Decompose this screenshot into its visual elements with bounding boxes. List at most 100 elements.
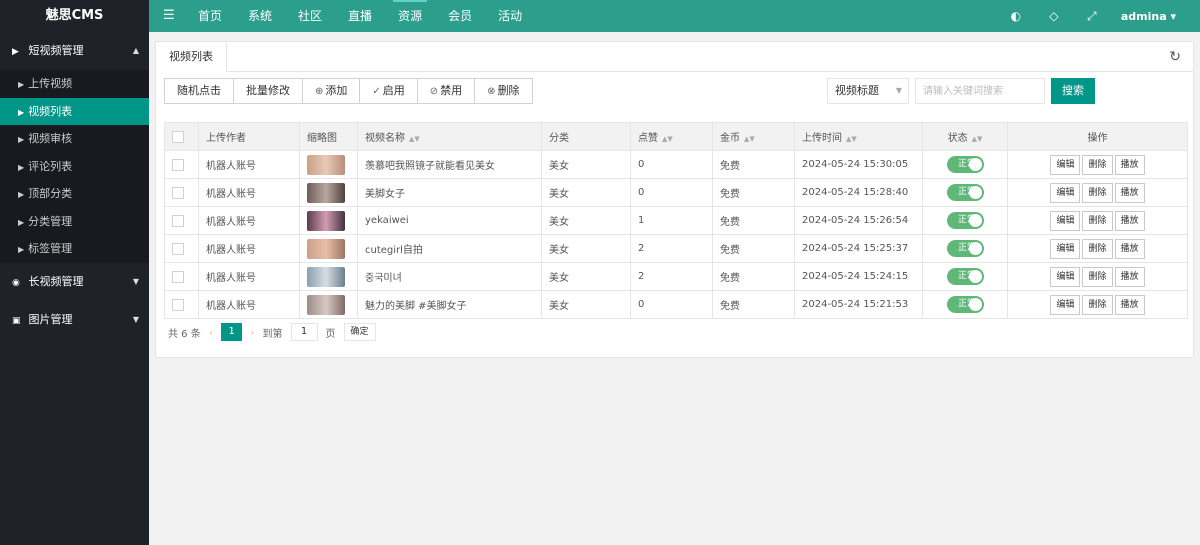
- row-checkbox[interactable]: [172, 270, 184, 283]
- play-button[interactable]: 播放: [1114, 154, 1145, 175]
- sidebar-item-upload-video[interactable]: ▶ 上传视频: [0, 70, 149, 98]
- topnav-item-activity[interactable]: 活动: [485, 0, 535, 32]
- row-delete-button[interactable]: 删除: [1082, 294, 1113, 315]
- sort-icon[interactable]: ▲▼: [744, 135, 755, 143]
- user-menu[interactable]: admina ▾: [1111, 10, 1200, 23]
- topnav-item-members[interactable]: 会员: [435, 0, 485, 32]
- theme-palette-icon[interactable]: ◐: [997, 9, 1035, 23]
- cell-author: 机器人账号: [198, 262, 300, 291]
- status-toggle[interactable]: 正常: [946, 268, 984, 285]
- status-toggle[interactable]: 正常: [946, 212, 984, 229]
- menu-toggle-icon[interactable]: ☰: [163, 8, 175, 23]
- status-toggle[interactable]: 正常: [946, 184, 984, 201]
- random-click-button[interactable]: 随机点击: [165, 79, 234, 103]
- sidebar-item-tag-manage[interactable]: ▶ 标签管理: [0, 235, 149, 263]
- fullscreen-icon[interactable]: ⤢: [1073, 9, 1111, 24]
- status-toggle[interactable]: 正常: [946, 156, 984, 173]
- topnav-item-resources[interactable]: 资源: [385, 0, 435, 32]
- caret-right-icon: ▶: [18, 107, 25, 117]
- delete-label: 删除: [497, 84, 520, 97]
- topnav-item-community[interactable]: 社区: [285, 0, 335, 32]
- video-thumbnail[interactable]: [307, 154, 345, 175]
- status-toggle[interactable]: 正常: [946, 240, 984, 257]
- sidebar-item-video-list[interactable]: ▶ 视频列表: [0, 97, 149, 125]
- header-likes[interactable]: 点赞 ▲▼: [630, 122, 713, 151]
- nav-group-head-long-video[interactable]: ◉ 长视频管理 ▼: [0, 263, 149, 301]
- nav-sub-list: ▶ 上传视频 ▶ 视频列表 ▶ 视频审核 ▶ 评论列表 ▶ 顶部分类 ▶ 分类管理 ▶ 标签管…: [0, 70, 149, 263]
- sidebar-item-category-manage[interactable]: ▶ 分类管理: [0, 208, 149, 236]
- sidebar-item-comment-list[interactable]: ▶ 评论列表: [0, 153, 149, 181]
- row-checkbox[interactable]: [172, 242, 184, 255]
- sort-icon[interactable]: ▲▼: [972, 135, 983, 143]
- disable-button[interactable]: ⊘ 禁用: [417, 79, 476, 103]
- current-page[interactable]: 1: [221, 323, 243, 341]
- status-toggle[interactable]: 正常: [946, 296, 984, 313]
- sidebar-item-label: 标签管理: [28, 242, 73, 255]
- video-thumbnail[interactable]: [307, 266, 345, 287]
- tab-video-list[interactable]: 视频列表: [156, 42, 227, 73]
- edit-button[interactable]: 编辑: [1050, 182, 1081, 203]
- header-status[interactable]: 状态 ▲▼: [922, 122, 1008, 151]
- nav-group-head-short-video[interactable]: ▶ 短视频管理 ▲: [0, 32, 149, 70]
- sort-icon[interactable]: ▲▼: [409, 135, 420, 143]
- cell-title: 魅力的美脚 #美脚女子: [357, 290, 542, 319]
- edit-button[interactable]: 编辑: [1050, 210, 1081, 231]
- cell-category: 美女: [541, 290, 631, 319]
- next-page-icon[interactable]: ›: [250, 326, 254, 339]
- goto-confirm-button[interactable]: 确定: [343, 323, 376, 341]
- sidebar-item-top-category[interactable]: ▶ 顶部分类: [0, 180, 149, 208]
- sidebar-item-video-review[interactable]: ▶ 视频审核: [0, 125, 149, 153]
- cell-actions: 编辑 删除 播放: [1007, 262, 1188, 291]
- row-delete-button[interactable]: 删除: [1082, 154, 1113, 175]
- video-thumbnail[interactable]: [307, 210, 345, 231]
- search-field-select[interactable]: 视频标题 ▼: [827, 78, 909, 104]
- topnav-item-home[interactable]: 首页: [185, 0, 235, 32]
- video-thumbnail[interactable]: [307, 238, 345, 259]
- edit-button[interactable]: 编辑: [1050, 294, 1081, 315]
- add-button[interactable]: ⊕ 添加: [303, 79, 361, 103]
- play-button[interactable]: 播放: [1114, 210, 1145, 231]
- row-delete-button[interactable]: 删除: [1082, 210, 1113, 231]
- edit-button[interactable]: 编辑: [1050, 238, 1081, 259]
- play-button[interactable]: 播放: [1114, 182, 1145, 203]
- header-upload-time[interactable]: 上传时间 ▲▼: [794, 122, 923, 151]
- edit-button[interactable]: 编辑: [1050, 266, 1081, 287]
- sidebar-item-label: 评论列表: [28, 159, 73, 173]
- row-delete-button[interactable]: 删除: [1082, 182, 1113, 203]
- row-delete-button[interactable]: 删除: [1082, 266, 1113, 287]
- row-delete-button[interactable]: 删除: [1082, 238, 1113, 259]
- topnav-item-live[interactable]: 直播: [335, 0, 385, 32]
- play-button[interactable]: 播放: [1114, 294, 1145, 315]
- play-button[interactable]: 播放: [1114, 238, 1145, 259]
- batch-edit-button[interactable]: 批量修改: [234, 79, 303, 103]
- header-coins[interactable]: 金币 ▲▼: [712, 122, 795, 151]
- row-checkbox[interactable]: [172, 186, 184, 199]
- edit-button[interactable]: 编辑: [1050, 154, 1081, 175]
- search-input[interactable]: [915, 78, 1045, 104]
- top-right-tools: ◐ ◇ ⤢ admina ▾: [997, 0, 1200, 32]
- nav-group-head-image[interactable]: ▣ 图片管理 ▼: [0, 301, 149, 339]
- row-checkbox[interactable]: [172, 158, 184, 171]
- table-row: 机器人账号 cutegirl自拍 美女 2 免费 2024-05-24 15:25:37 正…: [164, 234, 1188, 263]
- cell-coins: 免费: [712, 150, 795, 179]
- row-checkbox[interactable]: [172, 298, 184, 311]
- sort-icon[interactable]: ▲▼: [846, 135, 857, 143]
- tag-icon[interactable]: ◇: [1035, 9, 1073, 23]
- select-all-checkbox[interactable]: [172, 130, 184, 143]
- enable-button[interactable]: ✓ 启用: [360, 79, 418, 103]
- prev-page-icon[interactable]: ‹: [209, 326, 213, 339]
- sort-icon[interactable]: ▲▼: [662, 135, 673, 143]
- video-thumbnail[interactable]: [307, 294, 345, 315]
- table-row: 机器人账号 美脚女子 美女 0 免费 2024-05-24 15:28:40 正常 编辑 删除播…: [164, 178, 1188, 207]
- refresh-icon[interactable]: ↻: [1169, 49, 1181, 65]
- goto-page-input[interactable]: 1: [290, 323, 318, 341]
- video-thumbnail[interactable]: [307, 182, 345, 203]
- play-button[interactable]: 播放: [1114, 266, 1145, 287]
- topnav-item-system[interactable]: 系统: [235, 0, 285, 32]
- header-title[interactable]: 视频名称 ▲▼: [357, 122, 542, 151]
- search-button[interactable]: 搜索: [1051, 78, 1095, 104]
- row-checkbox[interactable]: [172, 214, 184, 227]
- row-select-cell: [164, 150, 199, 179]
- cell-likes: 2: [630, 234, 713, 263]
- delete-button[interactable]: ⊗ 删除: [475, 79, 532, 103]
